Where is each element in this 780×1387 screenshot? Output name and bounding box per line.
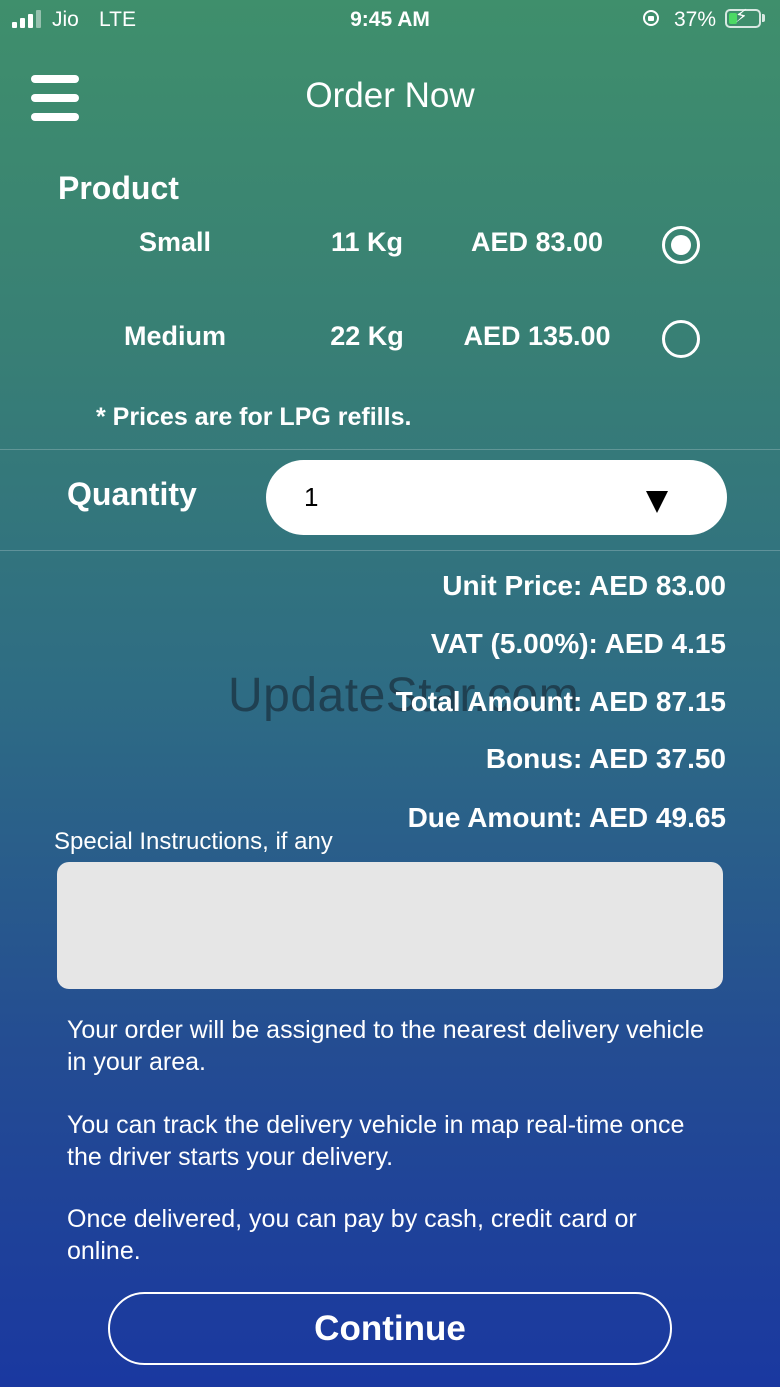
- product-option-medium[interactable]: Medium 22 Kg AED 135.00: [0, 309, 780, 369]
- battery-percent: 37%: [674, 8, 717, 31]
- quantity-dropdown[interactable]: 1: [266, 460, 727, 535]
- product-weight: 11 Kg: [330, 227, 404, 257]
- radio-button[interactable]: [662, 226, 700, 264]
- status-bar: Jio LTE 9:45 AM 37% ⚡: [0, 0, 780, 40]
- vat-amount: VAT (5.00%): AED 4.15: [430, 628, 726, 659]
- product-price: AED 83.00: [470, 227, 604, 257]
- product-option-small[interactable]: Small 11 Kg AED 83.00: [0, 215, 780, 275]
- unit-price: Unit Price: AED 83.00: [442, 570, 726, 601]
- radio-button[interactable]: [662, 320, 700, 358]
- quantity-label: Quantity: [67, 476, 197, 512]
- due-amount: Due Amount: AED 49.65: [407, 802, 726, 833]
- divider: [0, 449, 780, 450]
- orientation-lock-icon: [643, 10, 659, 26]
- divider: [0, 550, 780, 551]
- info-text-tracking: You can track the delivery vehicle in ma…: [67, 1111, 685, 1171]
- product-label: Product: [58, 170, 179, 206]
- info-text-payment: Once delivered, you can pay by cash, cre…: [67, 1205, 637, 1265]
- product-name: Medium: [123, 321, 226, 351]
- bonus-amount: Bonus: AED 37.50: [485, 743, 726, 774]
- total-amount: Total Amount: AED 87.15: [395, 686, 726, 717]
- special-instructions-input[interactable]: [57, 862, 723, 989]
- product-name: Small: [138, 227, 212, 257]
- charging-bolt-icon: ⚡: [735, 6, 748, 26]
- special-instructions-label: Special Instructions, if any: [54, 828, 333, 855]
- dropdown-arrow-icon: [646, 491, 668, 513]
- product-weight: 22 Kg: [330, 321, 404, 351]
- status-time: 9:45 AM: [350, 8, 430, 31]
- price-note: * Prices are for LPG refills.: [96, 403, 412, 431]
- page-title: Order Now: [305, 76, 475, 115]
- info-text-assignment: Your order will be assigned to the neare…: [67, 1016, 704, 1076]
- quantity-value: 1: [304, 482, 319, 512]
- product-price: AED 135.00: [463, 321, 611, 351]
- continue-button[interactable]: Continue: [108, 1292, 672, 1365]
- battery-tip: [762, 14, 765, 22]
